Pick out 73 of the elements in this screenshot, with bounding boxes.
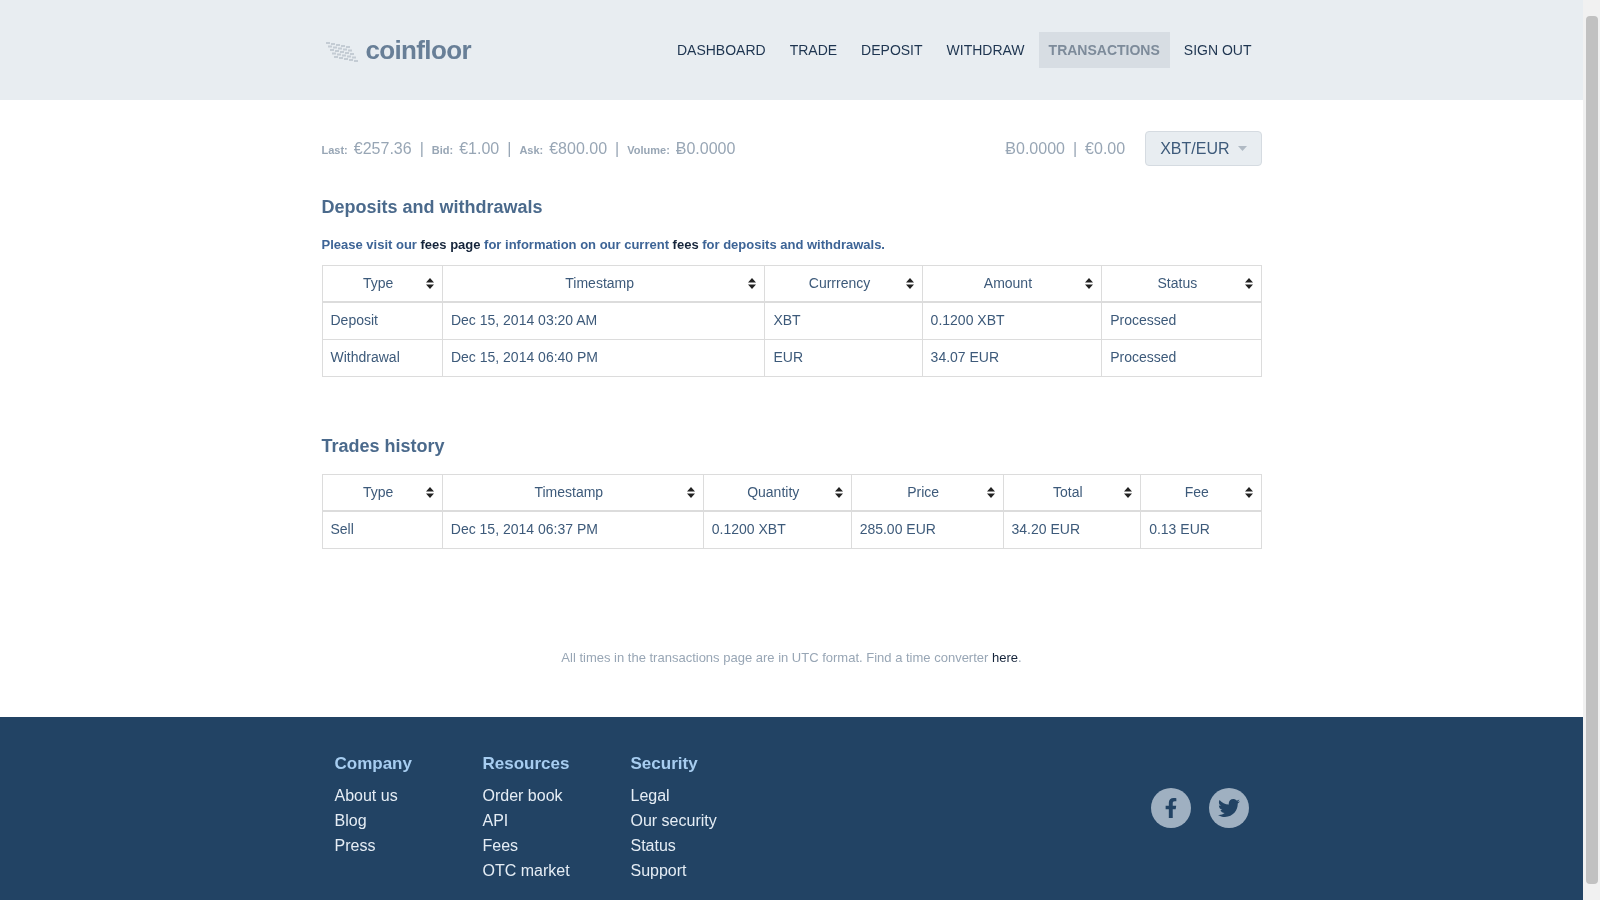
caret-icon	[1237, 146, 1247, 151]
table-cell: Processed	[1110, 312, 1177, 329]
separator: |	[419, 138, 424, 159]
table-cell: Dec 15, 2014 03:20 AM	[450, 312, 598, 329]
stat-value: €257.36	[353, 138, 412, 159]
stat-label: Ask:	[519, 142, 544, 158]
separator: |	[1072, 138, 1078, 159]
table-cell: 34.20 EUR	[1011, 521, 1080, 538]
footer-link[interactable]: Legal	[630, 782, 779, 808]
sort-icon	[686, 486, 695, 498]
footer-heading: Company	[334, 753, 413, 775]
table-cell: 0.13 EUR	[1149, 521, 1210, 538]
fees-link[interactable]: fees	[672, 237, 699, 252]
nav-link[interactable]: WITHDRAW	[936, 32, 1035, 68]
sort-icon	[1124, 486, 1133, 498]
footer-link[interactable]: API	[482, 807, 631, 833]
table-cell: Sell	[330, 521, 354, 538]
table-cell: Dec 15, 2014 06:40 PM	[450, 349, 599, 365]
table-cell: Processed	[1110, 349, 1177, 365]
footer-link[interactable]: Our security	[630, 807, 779, 833]
logo-text[interactable]: coinfloor	[365, 30, 471, 70]
balance-value: €0.00	[1085, 138, 1126, 159]
separator: |	[507, 138, 512, 159]
footer-link[interactable]: Order book	[482, 782, 631, 808]
sort-icon	[1085, 277, 1094, 289]
table-cell: 0.1200 XBT	[711, 521, 786, 538]
stat-label: Bid:	[431, 142, 454, 158]
nav-link[interactable]: DASHBOARD	[666, 32, 776, 68]
footer-link[interactable]: Blog	[334, 807, 483, 833]
stat-label: Last:	[321, 142, 348, 158]
footer-heading: Resources	[482, 753, 571, 775]
balance-value: Ƀ0.0000	[1005, 138, 1065, 159]
table-cell: Deposit	[330, 312, 378, 329]
facebook-button[interactable]	[1150, 788, 1191, 828]
fees-notice: Please visit our fees page for information on our current fees for deposits and withdrawals.	[321, 236, 886, 254]
nav-link[interactable]: TRADE	[779, 32, 848, 68]
footer-link[interactable]: About us	[334, 782, 483, 808]
sort-icon	[905, 277, 914, 289]
footer-heading: Security	[630, 753, 699, 775]
nav-link[interactable]: DEPOSIT	[851, 32, 933, 68]
footer-link[interactable]: Press	[334, 832, 483, 858]
market-select[interactable]: XBT/EUR	[1145, 131, 1262, 166]
sort-icon	[986, 486, 995, 498]
footer-link[interactable]: Status	[630, 832, 779, 858]
sort-icon	[425, 486, 434, 498]
section-title: Deposits and withdrawals	[321, 196, 544, 219]
table-cell: 34.07 EUR	[930, 349, 1000, 365]
footer-link[interactable]: Fees	[482, 832, 631, 858]
stat-value: Ƀ0.0000	[675, 138, 736, 159]
twitter-button[interactable]	[1208, 788, 1249, 828]
table-cell: 285.00 EUR	[859, 521, 936, 538]
twitter-icon	[1217, 797, 1240, 819]
table-cell: Withdrawal	[330, 349, 400, 365]
stat-label: Volume:	[627, 142, 670, 158]
table-cell: 0.1200 XBT	[930, 312, 1005, 329]
utc-note: All times in the transactions page are in UTC format. Find a time converter here.	[561, 648, 1022, 667]
table-cell: EUR	[773, 349, 803, 365]
sort-icon	[1244, 277, 1253, 289]
stat-value: €1.00	[459, 138, 500, 159]
footer-link[interactable]: Support	[630, 857, 779, 883]
sort-icon	[748, 277, 757, 289]
sort-icon	[1244, 486, 1253, 498]
fees-link[interactable]: fees page	[420, 237, 481, 252]
table-cell: Dec 15, 2014 06:37 PM	[450, 521, 598, 538]
converter-link[interactable]: here	[992, 649, 1018, 665]
sort-icon	[834, 486, 843, 498]
stat-value: €800.00	[549, 138, 608, 159]
section-title: Trades history	[321, 434, 446, 458]
separator: |	[615, 138, 620, 159]
nav-link[interactable]: SIGN OUT	[1173, 32, 1262, 68]
table-cell: XBT	[773, 312, 801, 329]
footer-link[interactable]: OTC market	[482, 857, 631, 883]
sort-icon	[425, 277, 434, 289]
